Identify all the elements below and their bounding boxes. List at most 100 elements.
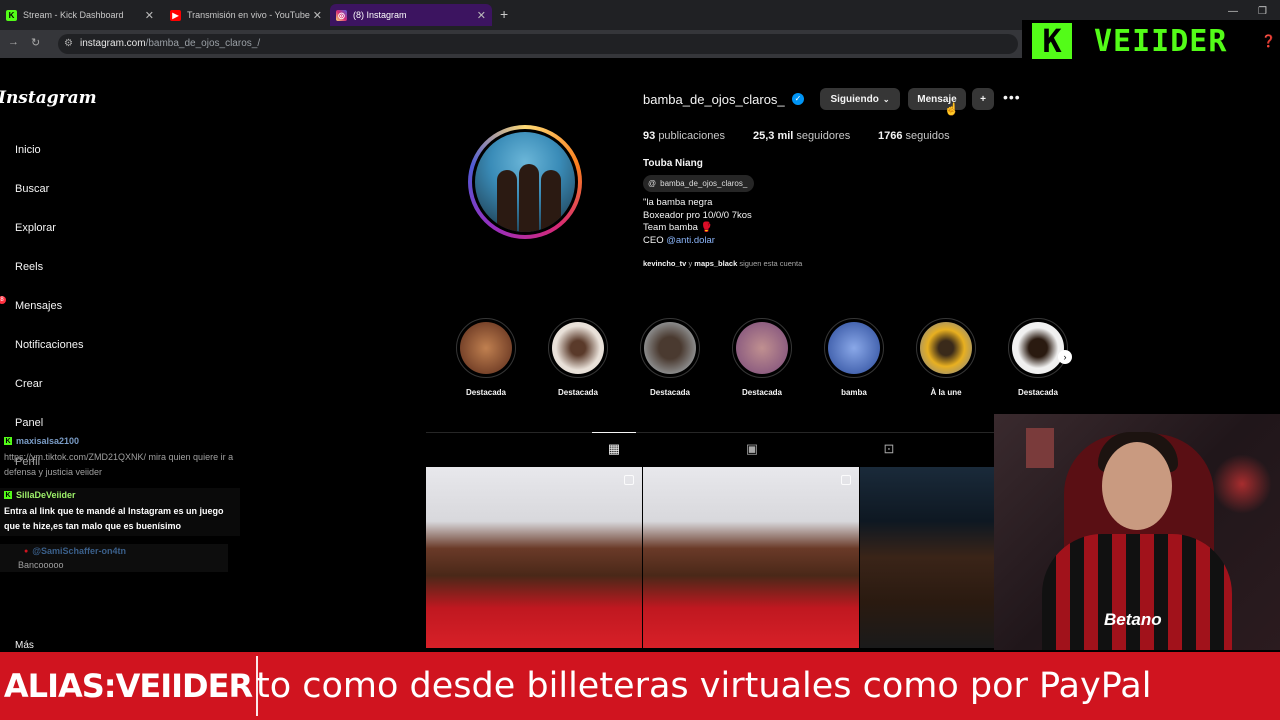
post-image — [860, 467, 994, 648]
streamer-brand: VEIIDER — [1094, 23, 1228, 59]
followers-stat[interactable]: 25,3 mil seguidores — [753, 130, 850, 142]
close-icon[interactable]: ✕ — [477, 9, 486, 22]
chat-text: Entra al link que te mandé al Instagram … — [4, 506, 224, 531]
post-thumbnail[interactable] — [643, 467, 859, 648]
tab-instagram[interactable]: ◎ (8) Instagram ✕ — [330, 4, 492, 26]
followed-by[interactable]: kevincho_tv y maps_black siguen esta cue… — [643, 259, 802, 268]
chat-message: Kmaxisalsa2100 https://ym.tiktok.com/ZMD… — [0, 434, 240, 482]
bio-line: "la bamba negra — [643, 197, 713, 208]
reel-icon — [841, 475, 851, 485]
kick-badge-icon: K — [4, 437, 12, 445]
webcam-feed: Betano — [994, 414, 1280, 650]
alias-label: ALIAS:VEIIDER — [3, 667, 253, 705]
highlight-image — [828, 322, 880, 374]
messages-badge: 8 — [0, 296, 6, 304]
banner-ticker: to como desde billeteras virtuales como … — [256, 666, 1152, 706]
threads-icon: @ — [648, 179, 657, 188]
chevron-right-icon[interactable]: › — [1058, 350, 1072, 364]
highlight-image — [920, 322, 972, 374]
tab-title: (8) Instagram — [353, 10, 407, 20]
forward-icon[interactable]: → — [8, 36, 19, 48]
chat-text: https://ym.tiktok.com/ZMD21QXNK/ mira qu… — [4, 452, 234, 477]
chat-username: SillaDeVeiider — [16, 490, 76, 500]
tabs-divider — [426, 432, 996, 433]
post-thumbnail[interactable] — [860, 467, 994, 648]
youtube-icon: ▶ — [170, 9, 181, 21]
chevron-down-icon: ⌄ — [882, 94, 890, 104]
highlight-label: Destacada — [741, 388, 783, 397]
active-tab-indicator — [592, 432, 636, 433]
chat-username: @SamiSchaffer-on4tn — [32, 546, 127, 556]
screen: K Stream - Kick Dashboard ✕ ▶ Transmisió… — [0, 0, 1280, 720]
bio-line: Team bamba 🥊 — [643, 222, 713, 233]
reels-icon[interactable]: ▣ — [744, 441, 760, 457]
sidebar-item-reels[interactable]: Reels — [15, 261, 43, 273]
more-options-icon[interactable]: ••• — [1003, 89, 1021, 105]
highlight-item[interactable]: bamba — [824, 318, 884, 397]
sidebar-item-mas[interactable]: Más — [15, 640, 34, 651]
verified-badge-icon: ✓ — [792, 93, 804, 105]
highlight-image — [1012, 322, 1064, 374]
bio-mention-link[interactable]: @anti.dolar — [666, 235, 715, 246]
instagram-logo[interactable]: Instagram — [0, 88, 97, 108]
sidebar-item-inicio[interactable]: Inicio — [15, 144, 41, 156]
kick-badge-icon: K — [4, 491, 12, 499]
profile-username: bamba_de_ojos_claros_ — [643, 92, 785, 107]
kick-logo-icon: K — [1032, 22, 1072, 60]
highlight-label: Destacada — [557, 388, 599, 397]
close-icon[interactable]: ✕ — [145, 9, 154, 22]
highlight-item[interactable]: Destacada — [732, 318, 792, 397]
sidebar-item-notificaciones[interactable]: Notificaciones — [15, 339, 83, 351]
add-user-button[interactable]: + — [972, 88, 994, 110]
profile-bio: "la bamba negra Boxeador pro 10/0/0 7kos… — [643, 197, 752, 247]
url-host: instagram.com — [80, 38, 146, 49]
threads-link[interactable]: @ bamba_de_ojos_claros_ — [643, 175, 755, 192]
sidebar-item-panel[interactable]: Panel — [15, 417, 43, 429]
chat-username: maxisalsa2100 — [16, 436, 80, 446]
highlight-item[interactable]: Destacada — [456, 318, 516, 397]
stream-logo-overlay: K VEIIDER ❓ — [1022, 20, 1280, 62]
following-button[interactable]: Siguiendo ⌄ — [820, 88, 900, 110]
highlight-label: bamba — [841, 388, 867, 397]
close-icon[interactable]: ✕ — [313, 9, 322, 22]
minimize-icon[interactable]: — — [1228, 6, 1238, 17]
sidebar-item-crear[interactable]: Crear — [15, 378, 43, 390]
highlight-label: Destacada — [465, 388, 507, 397]
donation-banner: ALIAS:VEIIDER to como desde billeteras v… — [0, 652, 1280, 720]
tagged-icon[interactable]: ⊡ — [881, 441, 897, 457]
reload-icon[interactable]: ↻ — [31, 36, 40, 49]
add-user-icon: + — [980, 93, 986, 105]
tab-youtube[interactable]: ▶ Transmisión en vivo - YouTube ✕ — [164, 4, 328, 26]
restore-icon[interactable]: ❐ — [1258, 6, 1267, 17]
jersey-sponsor: Betano — [1104, 610, 1162, 629]
following-label: Siguiendo — [830, 93, 879, 105]
site-settings-icon[interactable]: ⚙ — [64, 34, 73, 54]
highlight-label: Destacada — [649, 388, 691, 397]
sidebar-item-mensajes[interactable]: Mensajes — [15, 300, 62, 312]
sidebar-item-buscar[interactable]: Buscar — [15, 183, 49, 195]
grid-icon[interactable]: ▦ — [606, 441, 622, 457]
reel-icon — [624, 475, 634, 485]
avatar-image — [475, 132, 575, 232]
youtube-badge-icon: ● — [24, 547, 29, 555]
tab-kick-dashboard[interactable]: K Stream - Kick Dashboard ✕ — [0, 4, 160, 26]
url-path: /bamba_de_ojos_claros_/ — [145, 38, 261, 49]
highlight-item[interactable]: À la une — [916, 318, 976, 397]
address-bar[interactable]: ⚙ instagram.com/bamba_de_ojos_claros_/ — [58, 34, 1018, 54]
kick-icon: K — [6, 9, 17, 21]
tab-title: Stream - Kick Dashboard — [23, 10, 124, 20]
chat-message: K SillaDeVeiider Entra al link que te man… — [0, 488, 240, 536]
post-thumbnail[interactable] — [426, 467, 642, 648]
highlight-item[interactable]: Destacada — [548, 318, 608, 397]
highlight-item[interactable]: Destacada — [640, 318, 700, 397]
post-image — [426, 467, 642, 648]
post-image — [643, 467, 859, 648]
new-tab-button[interactable]: + — [500, 6, 508, 22]
following-stat[interactable]: 1766 seguidos — [878, 130, 950, 142]
extension-icon[interactable]: ❓ — [1261, 34, 1276, 48]
avatar — [472, 129, 578, 235]
posts-stat: 93 publicaciones — [643, 130, 725, 142]
profile-avatar-ring[interactable] — [468, 125, 582, 239]
mouse-cursor-icon: ☝ — [944, 102, 959, 116]
sidebar-item-explorar[interactable]: Explorar — [15, 222, 56, 234]
